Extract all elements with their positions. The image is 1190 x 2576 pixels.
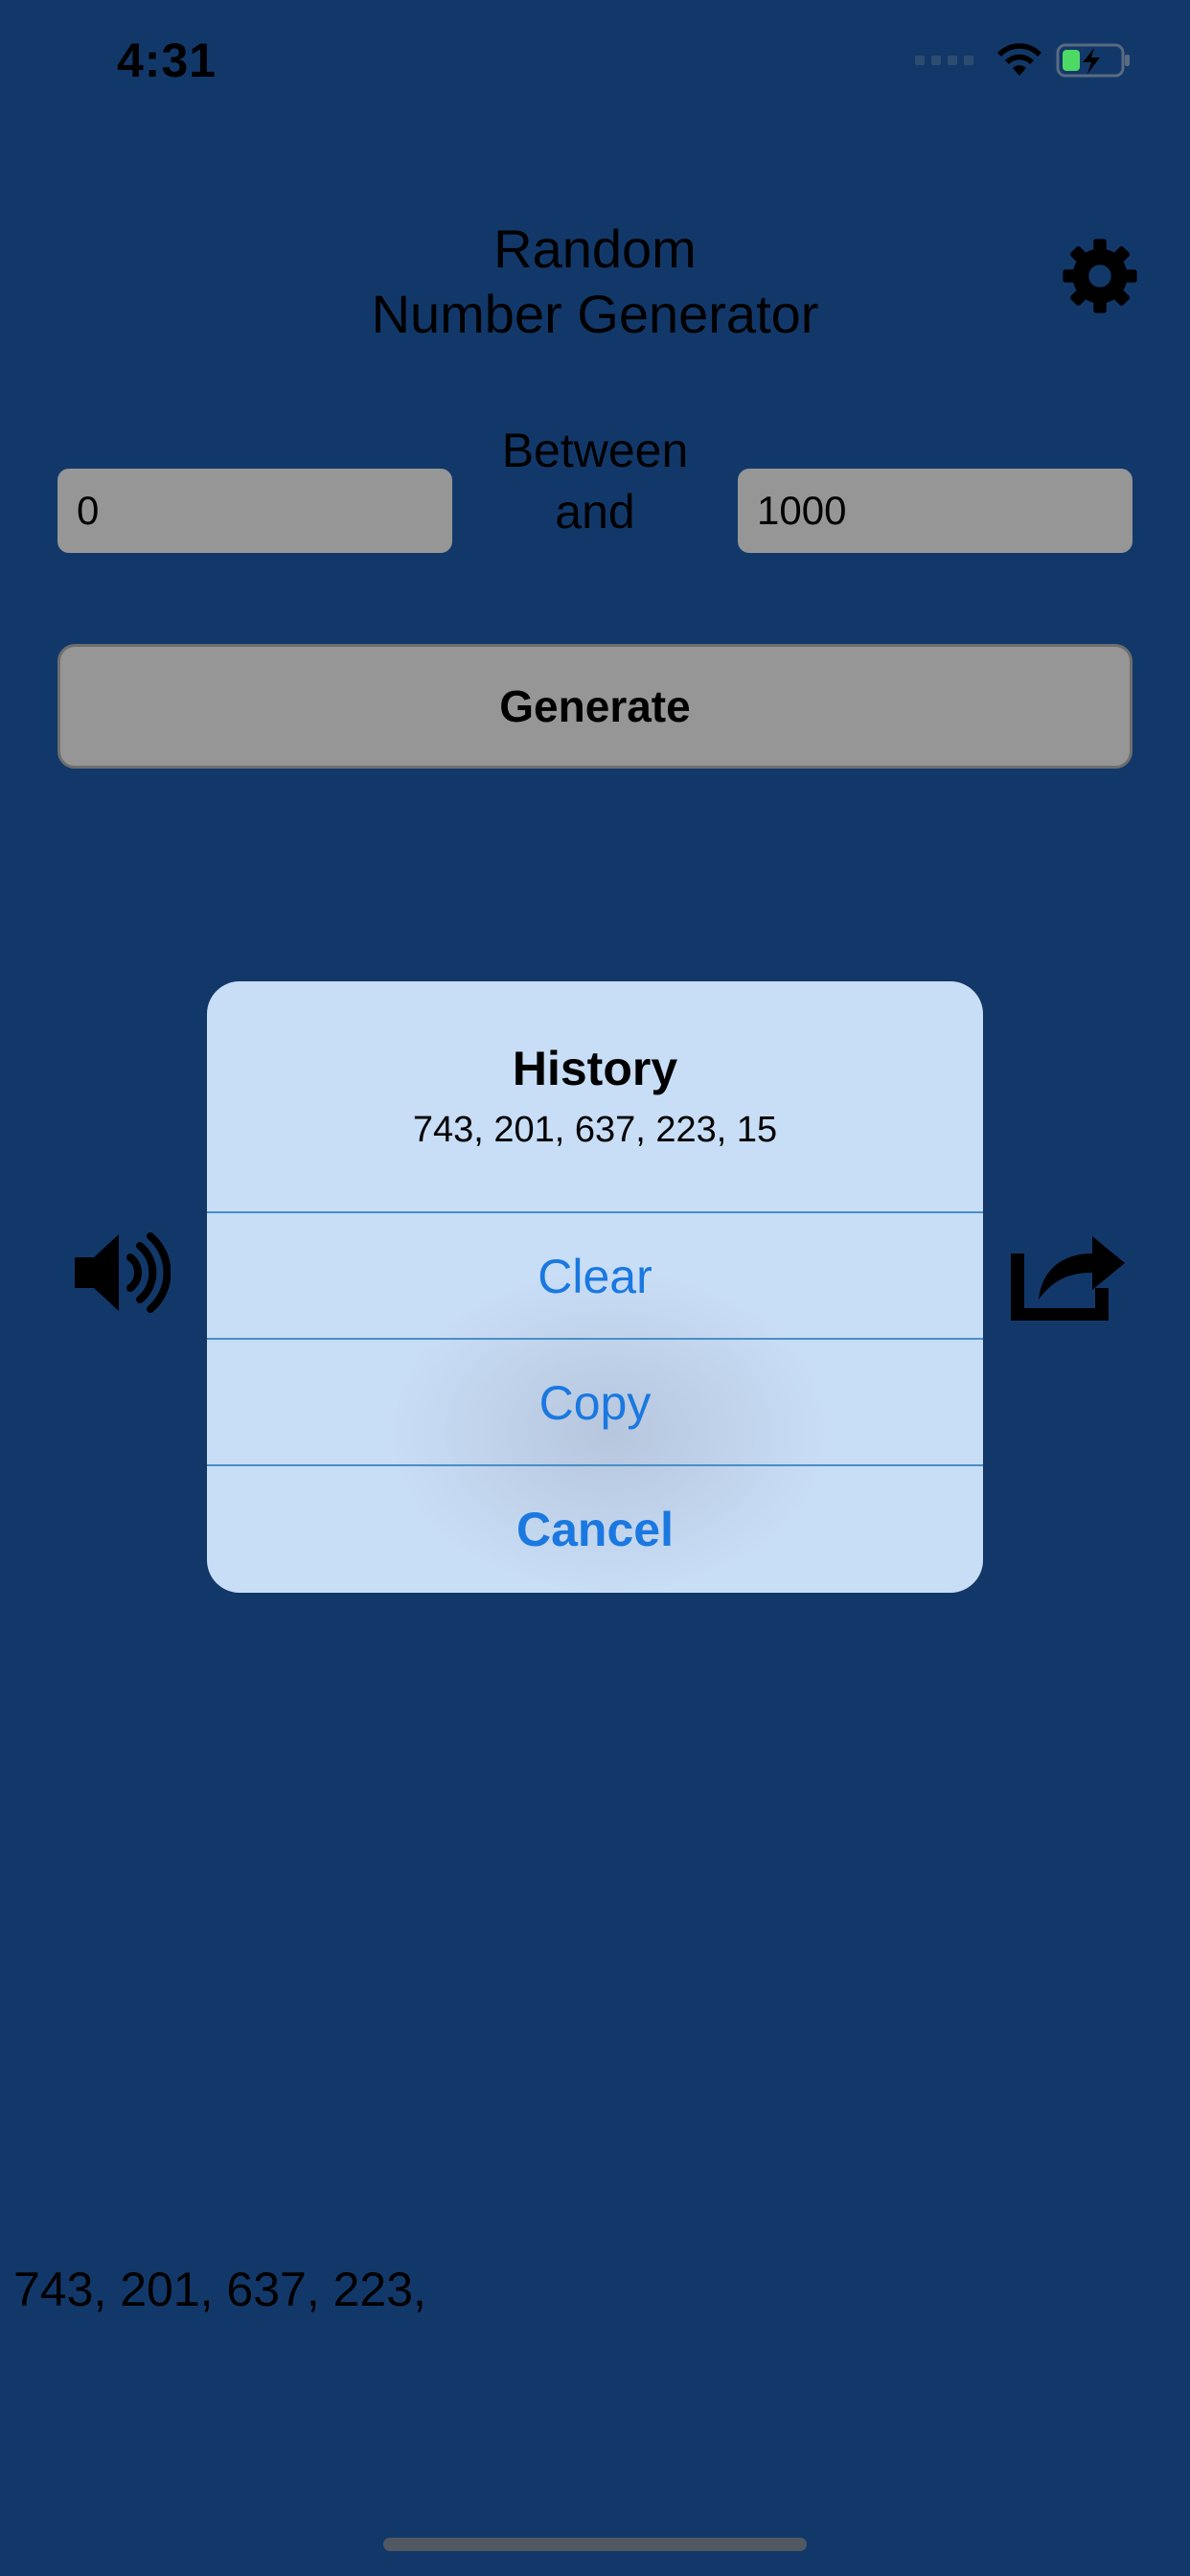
battery-charging-icon [1056, 43, 1130, 78]
alert-title: History [512, 1042, 678, 1095]
copy-button[interactable]: Copy [207, 1338, 983, 1464]
title-line-1: Random [493, 218, 697, 279]
history-alert: History 743, 201, 637, 223, 15 Clear Cop… [207, 981, 983, 1593]
signal-dots-icon [915, 56, 973, 65]
title-line-2: Number Generator [371, 284, 819, 344]
home-indicator[interactable] [383, 2538, 807, 2551]
wifi-icon [997, 43, 1041, 76]
status-time: 4:31 [117, 34, 217, 87]
alert-message: 743, 201, 637, 223, 15 [412, 1110, 778, 1150]
min-value-field[interactable]: 0 [57, 469, 452, 553]
alert-header: History 743, 201, 637, 223, 15 [207, 981, 983, 1211]
cancel-button[interactable]: Cancel [207, 1464, 983, 1591]
gear-icon[interactable] [1060, 236, 1140, 316]
between-text: Between [501, 424, 689, 477]
clear-button[interactable]: Clear [207, 1211, 983, 1338]
and-text: and [555, 485, 635, 539]
history-strip: 743, 201, 637, 223, [13, 2263, 426, 2316]
status-icons [915, 42, 1133, 79]
between-label: Between and [479, 420, 711, 542]
page-title: Random Number Generator [0, 217, 1190, 347]
max-value-field[interactable]: 1000 [738, 469, 1133, 553]
generate-button[interactable]: Generate [57, 644, 1133, 769]
